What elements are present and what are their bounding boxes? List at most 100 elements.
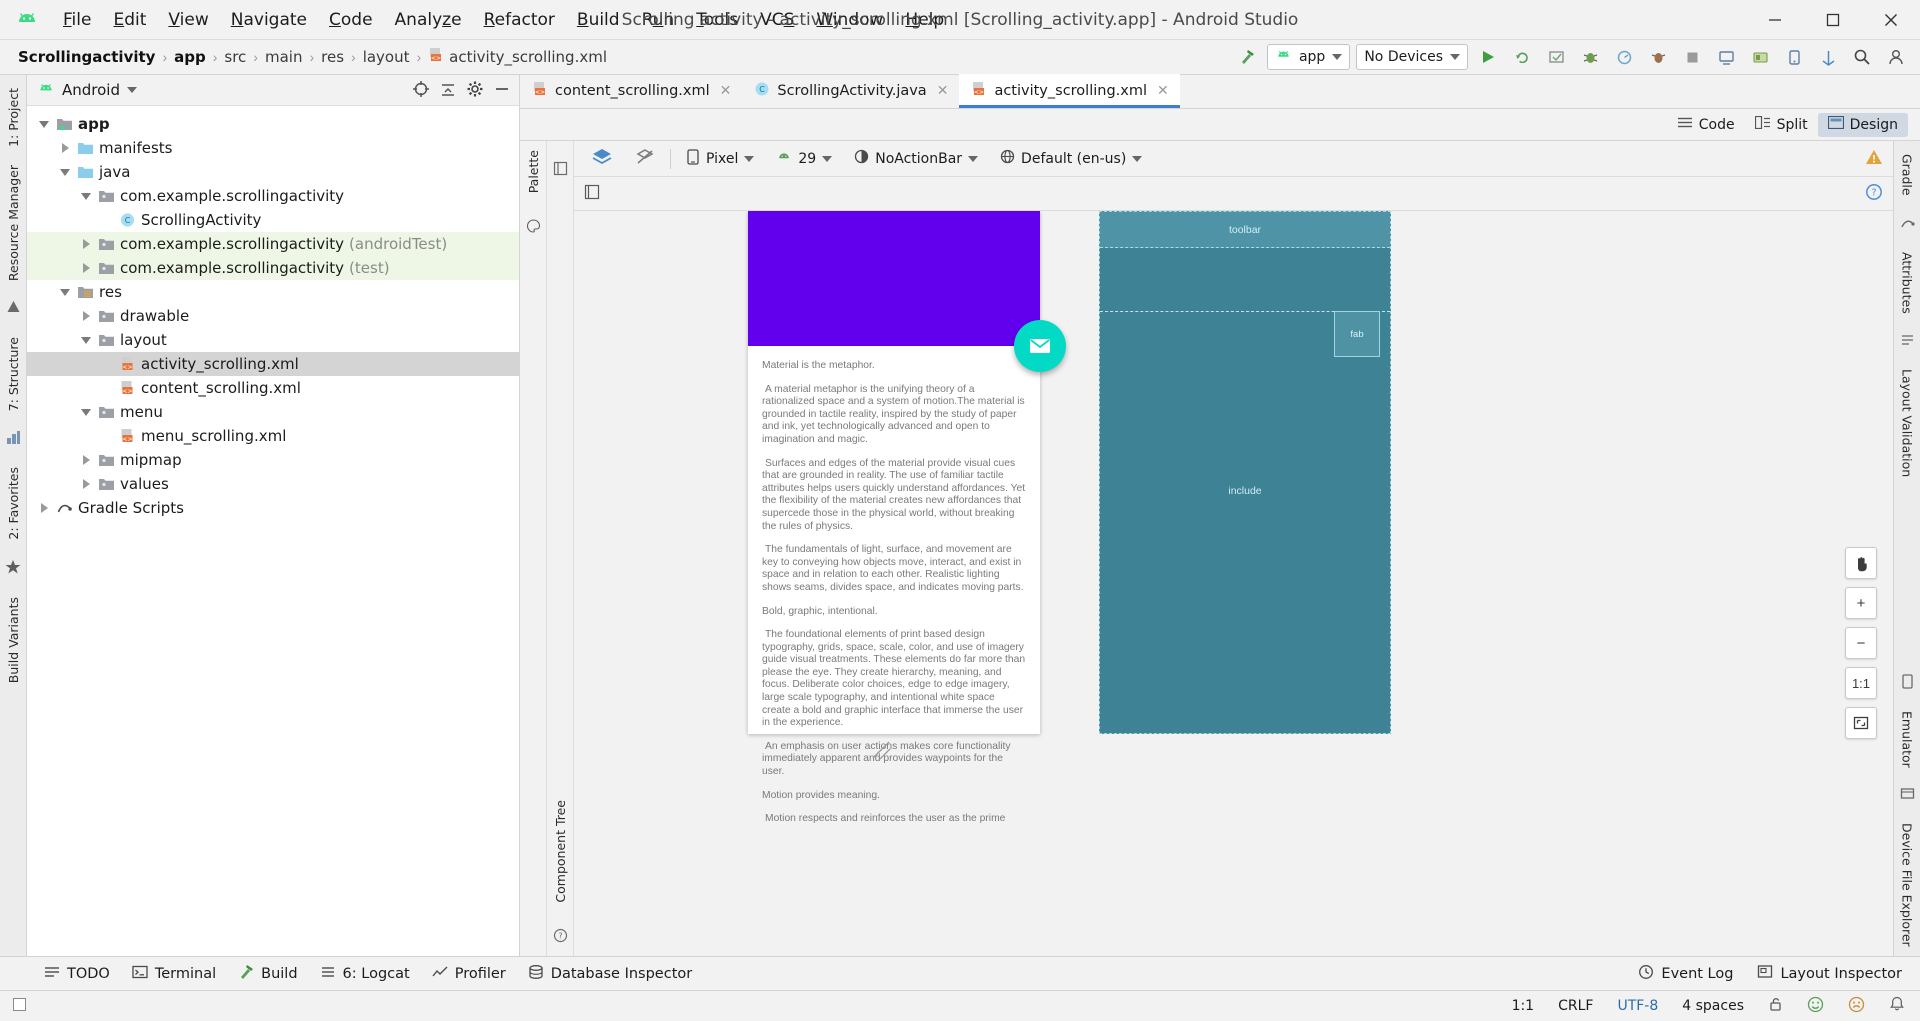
- chevron-right-icon[interactable]: [79, 237, 93, 251]
- zoom-actual-size-button[interactable]: 1:1: [1845, 667, 1877, 699]
- design-surface-mode-button[interactable]: [584, 144, 620, 174]
- chevron-down-icon[interactable]: [79, 405, 93, 419]
- menu-tools[interactable]: Tools: [685, 6, 749, 34]
- menu-help[interactable]: Help: [894, 6, 955, 34]
- tree-row[interactable]: res: [27, 280, 519, 304]
- warning-icon[interactable]: [1865, 149, 1883, 168]
- bottom-item-terminal[interactable]: Terminal: [122, 961, 226, 987]
- notifications-icon[interactable]: [1884, 994, 1910, 1018]
- bottom-item-event-log[interactable]: Event Log: [1628, 961, 1743, 987]
- menu-window[interactable]: Window: [805, 6, 894, 34]
- breadcrumb-res[interactable]: res: [317, 47, 348, 67]
- file-encoding[interactable]: UTF-8: [1612, 996, 1663, 1016]
- tree-row[interactable]: manifests: [27, 136, 519, 160]
- breadcrumb-layout[interactable]: layout: [359, 47, 414, 67]
- preview-fab[interactable]: [1014, 320, 1066, 372]
- blueprint-preview[interactable]: toolbar include fab: [1099, 211, 1391, 734]
- tree-row[interactable]: menu: [27, 400, 519, 424]
- menu-build[interactable]: Build: [566, 6, 631, 34]
- sidebar-item-attributes[interactable]: Attributes: [1898, 243, 1917, 323]
- menu-run[interactable]: Run: [631, 6, 686, 34]
- stop-icon[interactable]: [1678, 44, 1706, 70]
- tree-row[interactable]: java: [27, 160, 519, 184]
- mode-split[interactable]: Split: [1745, 113, 1818, 137]
- design-options-icon[interactable]: [584, 184, 600, 203]
- bottom-item-database-inspector[interactable]: Database Inspector: [518, 961, 702, 987]
- device-manager-icon[interactable]: [1780, 44, 1808, 70]
- emulator-rail-icon[interactable]: [1900, 673, 1915, 692]
- component-tree-tab[interactable]: Component Tree: [551, 791, 570, 912]
- chevron-right-icon[interactable]: [79, 453, 93, 467]
- bottom-item-profiler[interactable]: Profiler: [422, 961, 516, 987]
- run-icon[interactable]: [1474, 44, 1502, 70]
- palette-tab[interactable]: Palette: [524, 141, 543, 209]
- sidebar-item-device-file-explorer[interactable]: Device File Explorer: [1898, 814, 1917, 956]
- sdk-manager-icon[interactable]: [1746, 44, 1774, 70]
- blueprint-toolbar-node[interactable]: toolbar: [1100, 212, 1390, 248]
- menu-file[interactable]: File: [52, 6, 102, 34]
- build-rail-icon[interactable]: [6, 430, 21, 448]
- bottom-item-build[interactable]: Build: [228, 961, 307, 987]
- tree-row[interactable]: <> content_scrolling.xml: [27, 376, 519, 400]
- device-selector[interactable]: No Devices: [1356, 44, 1468, 70]
- tree-row[interactable]: com.example.scrollingactivity: [27, 184, 519, 208]
- help-circle-icon[interactable]: ?: [553, 928, 568, 946]
- device-file-explorer-rail-icon[interactable]: [1900, 786, 1915, 804]
- menu-navigate[interactable]: Navigate: [220, 6, 318, 34]
- tree-row[interactable]: app: [27, 112, 519, 136]
- collapse-all-icon[interactable]: [439, 80, 457, 101]
- sidebar-item-resource-manager[interactable]: Resource Manager: [4, 156, 23, 290]
- sidebar-item-favorites[interactable]: 2: Favorites: [4, 458, 23, 549]
- search-icon[interactable]: [1848, 44, 1876, 70]
- device-combo[interactable]: Pixel: [679, 146, 761, 172]
- sidebar-item-build-variants[interactable]: Build Variants: [4, 588, 23, 692]
- sidebar-item-structure[interactable]: 7: Structure: [4, 328, 23, 420]
- locate-icon[interactable]: [412, 80, 430, 101]
- chevron-down-icon[interactable]: [127, 87, 137, 93]
- hammer-icon[interactable]: [1233, 44, 1261, 70]
- chevron-right-icon[interactable]: [79, 261, 93, 275]
- help-icon[interactable]: ?: [1865, 183, 1883, 204]
- sidebar-item-emulator[interactable]: Emulator: [1898, 702, 1917, 777]
- mode-code[interactable]: Code: [1667, 113, 1745, 137]
- menu-code[interactable]: Code: [318, 6, 384, 34]
- tree-row[interactable]: <> activity_scrolling.xml: [27, 352, 519, 376]
- menu-vcs[interactable]: VCS: [749, 6, 805, 34]
- sidebar-item-layout-validation[interactable]: Layout Validation: [1898, 360, 1917, 486]
- zoom-in-button[interactable]: +: [1845, 587, 1877, 619]
- chevron-right-icon[interactable]: [79, 309, 93, 323]
- palette-icon[interactable]: [526, 219, 541, 237]
- menu-view[interactable]: View: [157, 6, 219, 34]
- tree-row[interactable]: <> menu_scrolling.xml: [27, 424, 519, 448]
- close-icon[interactable]: ✕: [937, 83, 949, 99]
- tree-row[interactable]: drawable: [27, 304, 519, 328]
- inspection-ok-icon[interactable]: [1802, 994, 1829, 1019]
- chevron-down-icon[interactable]: [37, 117, 51, 131]
- chevron-down-icon[interactable]: [79, 333, 93, 347]
- chevron-right-icon[interactable]: [58, 141, 72, 155]
- favorites-star-icon[interactable]: [5, 559, 21, 578]
- sync-gradle-icon[interactable]: [1814, 44, 1842, 70]
- mode-design[interactable]: Design: [1817, 112, 1908, 137]
- sidebar-item-project[interactable]: 1: Project: [4, 79, 23, 156]
- inspection-warn-icon[interactable]: [1843, 994, 1870, 1019]
- attach-debugger-icon[interactable]: [1644, 44, 1672, 70]
- menu-refactor[interactable]: Refactor: [473, 6, 566, 34]
- chevron-right-icon[interactable]: [79, 477, 93, 491]
- blueprint-fab-node[interactable]: fab: [1334, 311, 1380, 357]
- settings-gear-icon[interactable]: [466, 80, 484, 101]
- theme-combo[interactable]: NoActionBar: [847, 146, 985, 171]
- hide-panel-icon[interactable]: [493, 80, 511, 101]
- maximize-button[interactable]: [1804, 0, 1862, 40]
- api-level-combo[interactable]: 29: [769, 148, 839, 170]
- tree-row[interactable]: Gradle Scripts: [27, 496, 519, 520]
- tree-row[interactable]: values: [27, 472, 519, 496]
- preview-resize-handle[interactable]: [870, 739, 892, 761]
- avd-manager-icon[interactable]: [1712, 44, 1740, 70]
- menu-analyze[interactable]: Analyze: [384, 6, 473, 34]
- breadcrumb-file[interactable]: <> activity_scrolling.xml: [424, 46, 611, 68]
- tab-scrollingactivity-java[interactable]: C ScrollingActivity.java ✕: [742, 74, 959, 108]
- breadcrumb-main[interactable]: main: [261, 47, 306, 67]
- toggle-toolwindows-icon[interactable]: [8, 996, 31, 1017]
- close-button[interactable]: [1862, 0, 1920, 40]
